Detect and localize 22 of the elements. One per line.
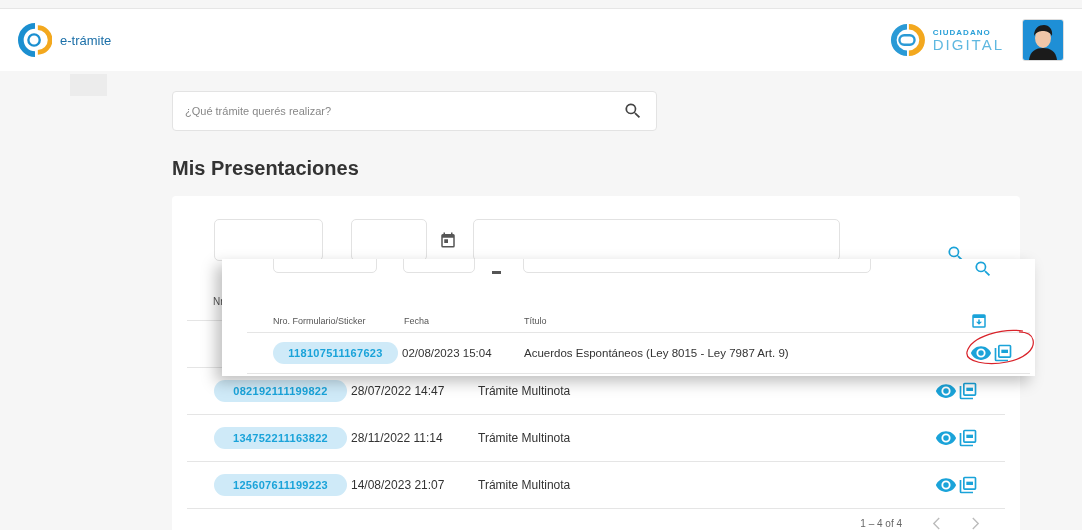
column-header: Nro. Formulario/Sticker (273, 316, 367, 326)
brand-name: DIGITAL (932, 36, 1004, 52)
column-header: Nr (213, 296, 224, 307)
table-cell-text: 14/08/2023 21:07 (351, 478, 446, 492)
app-name[interactable]: e-trámite (60, 32, 112, 48)
form-number[interactable]: 082192111199822 (214, 380, 347, 402)
form-number[interactable]: 134752211163822 (214, 427, 347, 449)
column-header: Fecha (404, 316, 430, 326)
table-cell-text: 02/08/2023 15:04 (402, 347, 493, 359)
table-cell-text: Acuerdos Espontáneos (Ley 8015 - Ley 7987 Art. 9) (524, 347, 790, 359)
form-number[interactable]: 118107511167623 (273, 342, 398, 364)
table-cell-text: Trámite Multinota (478, 431, 572, 445)
brand-name: CIUDADANO (932, 28, 992, 37)
pagination-range: 1 – 4 of 4 (860, 518, 902, 529)
search-field[interactable]: ¿Qué trámite querés realizar? (172, 91, 657, 131)
table-cell-text: 28/07/2022 14:47 (351, 384, 446, 398)
table-cell-text: 28/11/2022 11:14 (351, 431, 444, 445)
table-cell-text: Trámite Multinota (478, 478, 572, 492)
form-number[interactable]: 125607611199223 (214, 474, 347, 496)
table-cell-text: Trámite Multinota (478, 384, 572, 398)
column-header: Título (524, 316, 548, 326)
page-title: Mis Presentaciones (172, 157, 359, 180)
